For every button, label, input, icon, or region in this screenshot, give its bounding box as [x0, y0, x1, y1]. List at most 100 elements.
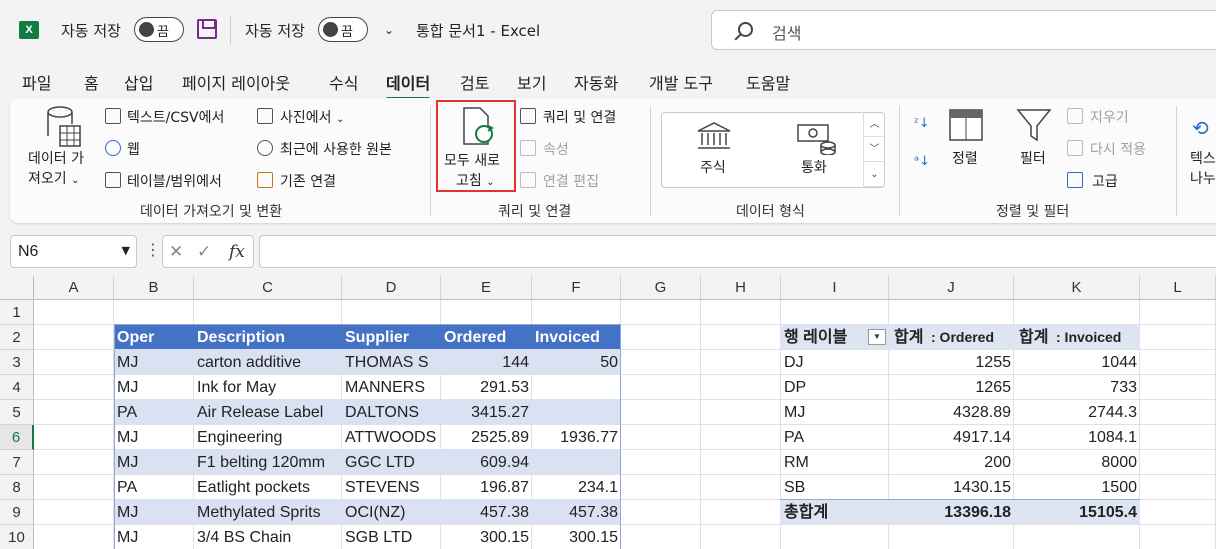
reapply-button[interactable]: 다시 적용	[1090, 139, 1146, 159]
table-header-cell[interactable]: Ordered	[441, 325, 532, 350]
name-box[interactable]: N6 ▼	[10, 235, 137, 268]
table-cell[interactable]: THOMAS S	[342, 350, 441, 375]
from-table-range-button[interactable]: 테이블/범위에서	[127, 171, 222, 191]
row-header[interactable]: 1	[0, 300, 34, 325]
table-cell[interactable]: 3415.27	[441, 400, 532, 425]
table-cell[interactable]: GGC LTD	[342, 450, 441, 475]
column-header[interactable]: F	[532, 276, 621, 300]
table-cell[interactable]: MJ	[114, 425, 194, 450]
tab-review[interactable]: 검토	[460, 70, 489, 94]
pivot-header-cell[interactable]: 행 레이블	[781, 325, 867, 350]
pivot-cell[interactable]: 4917.14	[889, 425, 1014, 450]
sort-descending-icon[interactable]: ᵃ↓	[914, 154, 930, 169]
row-header[interactable]: 5	[0, 400, 34, 425]
get-data-button[interactable]: 데이터 가	[28, 148, 84, 168]
tab-view[interactable]: 보기	[517, 70, 546, 94]
pivot-cell[interactable]: DJ	[781, 350, 889, 375]
table-cell[interactable]: SGB LTD	[342, 525, 441, 549]
sort-button[interactable]: 정렬	[952, 148, 978, 168]
column-header[interactable]: C	[194, 276, 342, 300]
text-to-columns-button[interactable]: 텍스	[1190, 148, 1216, 168]
table-cell[interactable]: F1 belting 120mm	[194, 450, 342, 475]
pivot-cell[interactable]: DP	[781, 375, 889, 400]
column-header[interactable]: B	[114, 276, 194, 300]
table-cell[interactable]: MJ	[114, 450, 194, 475]
insert-function-button[interactable]: fx	[229, 242, 245, 262]
table-cell[interactable]: 3/4 BS Chain	[194, 525, 342, 549]
tab-file[interactable]: 파일	[22, 70, 51, 94]
table-cell[interactable]: ATTWOODS	[342, 425, 441, 450]
tab-developer[interactable]: 개발 도구	[649, 70, 713, 94]
tab-home[interactable]: 홈	[84, 70, 99, 94]
table-header-cell[interactable]: Oper	[114, 325, 194, 350]
table-cell[interactable]: 234.1	[532, 475, 621, 500]
column-header[interactable]: L	[1140, 276, 1216, 300]
pivot-total-cell[interactable]: 총합계	[781, 500, 889, 525]
save-icon[interactable]	[197, 19, 217, 39]
stocks-button[interactable]: 주식	[700, 157, 726, 177]
table-cell[interactable]: Ink for May	[194, 375, 342, 400]
table-cell[interactable]: MANNERS	[342, 375, 441, 400]
existing-connections-button[interactable]: 기존 연결	[280, 171, 336, 191]
clear-button[interactable]: 지우기	[1090, 107, 1129, 127]
pivot-cell[interactable]: RM	[781, 450, 889, 475]
table-cell[interactable]: Air Release Label	[194, 400, 342, 425]
pivot-cell[interactable]: 1255	[889, 350, 1014, 375]
pivot-header-cell[interactable]: : Invoiced	[1053, 325, 1140, 350]
column-header[interactable]: H	[701, 276, 781, 300]
pivot-cell[interactable]: 1500	[1014, 475, 1140, 500]
pivot-cell[interactable]: 1265	[889, 375, 1014, 400]
gallery-up-icon[interactable]: ︿	[864, 112, 885, 137]
search-box[interactable]: 검색	[711, 10, 1216, 50]
table-cell[interactable]: 457.38	[532, 500, 621, 525]
table-cell[interactable]: 457.38	[441, 500, 532, 525]
cancel-icon[interactable]: ✕	[169, 242, 183, 262]
worksheet-grid[interactable]: ABCDEFGHIJKL 1 2 3 4 5 6 7 8 9 10 Oper Description…	[0, 276, 1216, 549]
pivot-header-cell[interactable]: : Ordered	[928, 325, 1014, 350]
tab-help[interactable]: 도움말	[746, 70, 790, 94]
table-cell[interactable]: MJ	[114, 350, 194, 375]
tab-insert[interactable]: 삽입	[124, 70, 153, 94]
column-header[interactable]: I	[781, 276, 889, 300]
edit-links-button[interactable]: 연결 편집	[543, 171, 599, 191]
row-header[interactable]: 8	[0, 475, 34, 500]
table-cell[interactable]: 300.15	[532, 525, 621, 549]
properties-button[interactable]: 속성	[543, 139, 569, 159]
select-all-corner[interactable]	[0, 276, 34, 300]
pivot-cell[interactable]: 8000	[1014, 450, 1140, 475]
table-cell[interactable]: MJ	[114, 375, 194, 400]
pivot-cell[interactable]: 4328.89	[889, 400, 1014, 425]
table-cell[interactable]: MJ	[114, 525, 194, 549]
table-cell[interactable]: 300.15	[441, 525, 532, 549]
row-header[interactable]: 7	[0, 450, 34, 475]
currencies-button[interactable]: 통화	[801, 157, 827, 177]
table-cell[interactable]: carton additive	[194, 350, 342, 375]
table-cell[interactable]	[532, 375, 621, 400]
tab-automate[interactable]: 자동화	[574, 70, 618, 94]
get-data-button-line2[interactable]: 져오기 ⌄	[28, 168, 79, 188]
table-cell[interactable]: PA	[114, 400, 194, 425]
row-header[interactable]: 4	[0, 375, 34, 400]
pivot-cell[interactable]: PA	[781, 425, 889, 450]
table-header-cell[interactable]: Supplier	[342, 325, 441, 350]
table-cell[interactable]: DALTONS	[342, 400, 441, 425]
formula-input[interactable]	[259, 235, 1216, 268]
column-header[interactable]: G	[621, 276, 701, 300]
row-header[interactable]: 2	[0, 325, 34, 350]
refresh-all-button-line2[interactable]: 고침 ⌄	[456, 170, 495, 190]
table-cell[interactable]: Engineering	[194, 425, 342, 450]
column-header[interactable]: K	[1014, 276, 1140, 300]
table-cell[interactable]: 2525.89	[441, 425, 532, 450]
table-cell[interactable]: 291.53	[441, 375, 532, 400]
table-cell[interactable]: 609.94	[441, 450, 532, 475]
table-header-cell[interactable]: Description	[194, 325, 342, 350]
refresh-all-button[interactable]: 모두 새로	[444, 150, 500, 170]
enter-icon[interactable]: ✓	[197, 242, 211, 262]
tab-page-layout[interactable]: 페이지 레이아웃	[182, 70, 290, 94]
pivot-cell[interactable]: MJ	[781, 400, 889, 425]
autosave-toggle[interactable]: 끔	[134, 17, 184, 42]
table-cell[interactable]: 144	[441, 350, 532, 375]
from-picture-button[interactable]: 사진에서 ⌄	[280, 107, 344, 127]
tab-formulas[interactable]: 수식	[329, 70, 358, 94]
column-header[interactable]: J	[889, 276, 1014, 300]
